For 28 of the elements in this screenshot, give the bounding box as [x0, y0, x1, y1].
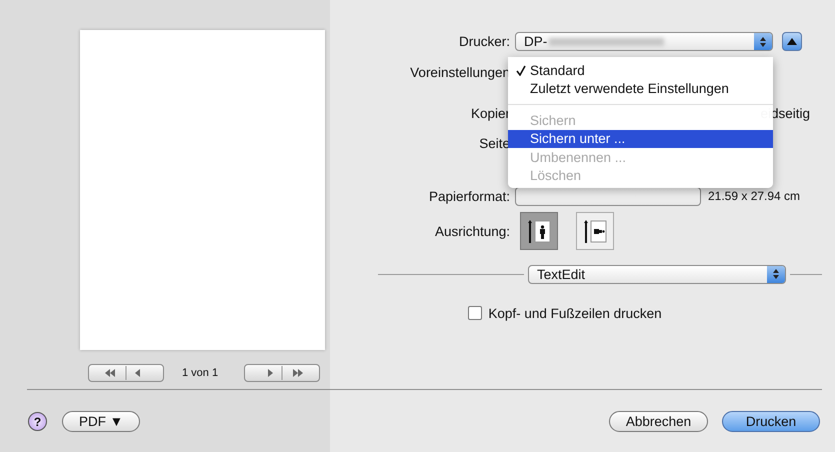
- previous-page-button[interactable]: [88, 364, 164, 382]
- header-footer-label: Kopf- und Fußzeilen drucken: [488, 306, 662, 320]
- checkbox[interactable]: [468, 306, 482, 320]
- help-button[interactable]: ?: [28, 412, 47, 431]
- cancel-button[interactable]: Abbrechen: [609, 411, 708, 432]
- pages-label: Seite: [478, 136, 511, 150]
- printer-label: Drucker:: [458, 34, 511, 49]
- menu-item[interactable]: Sichern unter ...: [508, 130, 773, 148]
- paper-size-label: Papierformat:: [428, 188, 511, 204]
- orientation-label: Ausrichtung:: [434, 224, 511, 238]
- menu-item[interactable]: Standard: [508, 61, 773, 80]
- section-popup[interactable]: TextEdit: [528, 264, 786, 284]
- copies-label: Kopier: [470, 106, 511, 120]
- print-button[interactable]: Drucken: [722, 411, 820, 432]
- stepper-arrows-icon: [772, 268, 780, 280]
- menu-item[interactable]: Zuletzt verwendete Einstellungen: [508, 80, 773, 98]
- disclosure-button[interactable]: [782, 32, 802, 51]
- page-number: 1 von 1: [181, 367, 220, 379]
- stepper-arrows-icon: [759, 36, 767, 48]
- next-page-button[interactable]: [244, 364, 320, 382]
- landscape-button[interactable]: [576, 212, 614, 250]
- printer-popup[interactable]: DP-: [515, 32, 773, 51]
- paper-dimensions: 21.59 x 27.94 cm: [708, 189, 800, 203]
- portrait-button[interactable]: [520, 212, 558, 250]
- triangle-up-icon: [787, 38, 797, 45]
- presets-label: Voreinstellungen: [409, 64, 511, 80]
- pdf-button[interactable]: PDF ▼: [62, 411, 140, 432]
- checkmark-icon: [516, 65, 526, 76]
